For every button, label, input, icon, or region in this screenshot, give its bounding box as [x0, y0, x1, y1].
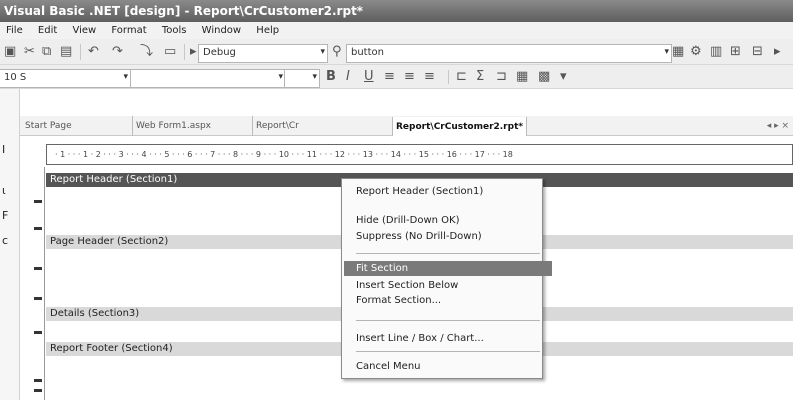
- insert-chart-icon[interactable]: ▦: [516, 65, 528, 89]
- section-gutter-line: [44, 167, 45, 400]
- toolbar-separator: [184, 44, 185, 60]
- menu-separator: [356, 320, 540, 321]
- tab-navigation-icons[interactable]: ◂ ▸ ×: [767, 116, 789, 136]
- section-marker[interactable]: [34, 227, 42, 230]
- align-left-icon[interactable]: ≡: [384, 65, 395, 89]
- toolbar-separator: [448, 70, 449, 84]
- section-marker[interactable]: [34, 389, 42, 392]
- solution-config-combo[interactable]: Debug ▾: [198, 44, 328, 63]
- tab-report-crcustomer2[interactable]: Report\CrCustomer2.rpt*: [392, 117, 528, 136]
- size-combo[interactable]: ▾: [284, 69, 320, 88]
- insert-picture-icon[interactable]: ▩: [538, 65, 550, 89]
- chevron-down-icon: ▾: [278, 72, 283, 82]
- section-marker[interactable]: [34, 331, 42, 334]
- chevron-down-icon: ▾: [664, 47, 669, 57]
- find-icon[interactable]: ⚲: [332, 39, 342, 65]
- section-label: Page Header (Section2): [50, 236, 169, 247]
- underline-icon[interactable]: U: [364, 65, 374, 89]
- toolbar-overflow-icon[interactable]: ▸: [774, 39, 781, 65]
- menu-file[interactable]: File: [6, 22, 23, 39]
- menu-window[interactable]: Window: [202, 22, 241, 39]
- menu-item-report-header[interactable]: Report Header (Section1): [342, 184, 556, 199]
- menu-item-hide[interactable]: Hide (Drill-Down OK): [342, 213, 556, 228]
- solution-config-value: Debug: [203, 47, 236, 58]
- start-icon[interactable]: ▸: [190, 39, 197, 65]
- new-project-icon[interactable]: ▣: [4, 39, 16, 65]
- toolbar-separator: [80, 44, 81, 60]
- redo-icon[interactable]: ↷: [112, 39, 123, 65]
- find-value: button: [351, 47, 384, 58]
- menu-item-insert-line-box-chart[interactable]: Insert Line / Box / Chart...: [342, 331, 556, 346]
- menu-item-format-section[interactable]: Format Section...: [342, 293, 556, 308]
- navigate-icon[interactable]: ⤵: [140, 39, 153, 65]
- dock-tab-marker[interactable]: c: [2, 234, 8, 247]
- copy-icon[interactable]: ⧉: [42, 39, 51, 65]
- ruler-ticks: · 1 · · · 1 · 2 · · · 3 · · · 4 · · · 5 …: [55, 150, 513, 159]
- section-label: Report Header (Section1): [50, 174, 178, 185]
- dock-tab-marker[interactable]: I: [2, 143, 5, 156]
- insert-field-icon[interactable]: ⊏: [456, 65, 467, 89]
- menu-view[interactable]: View: [72, 22, 96, 39]
- properties-icon[interactable]: ⚙: [690, 39, 702, 65]
- insert-summary-icon[interactable]: Σ: [476, 65, 484, 89]
- menu-item-cancel-menu[interactable]: Cancel Menu: [342, 359, 556, 374]
- section-marker[interactable]: [34, 297, 42, 300]
- dock-tab-marker[interactable]: F: [2, 209, 8, 222]
- class-view-icon[interactable]: ⊞: [730, 39, 741, 65]
- more-tools-icon[interactable]: ⊟: [752, 39, 763, 65]
- window-title-bar: Visual Basic .NET [design] - Report\CrCu…: [0, 0, 793, 22]
- solution-explorer-icon[interactable]: ▦: [672, 39, 684, 65]
- document-tab-strip: Start Page Web Form1.aspx Report\Cr Repo…: [20, 116, 793, 136]
- section-marker[interactable]: [34, 267, 42, 270]
- formatting-toolbar: 10 S ▾ ▾ ▾ B I U ≡ ≡ ≡ ⊏ Σ ⊐ ▦ ▩ ▾: [0, 65, 793, 89]
- font-size-combo[interactable]: 10 S ▾: [0, 69, 131, 88]
- section-marker[interactable]: [34, 379, 42, 382]
- align-center-icon[interactable]: ≡: [404, 65, 415, 89]
- window-title: Visual Basic .NET [design] - Report\CrCu…: [4, 4, 364, 18]
- menu-bar: File Edit View Format Tools Window Help: [0, 22, 793, 39]
- menu-item-fit-section[interactable]: Fit Section: [344, 261, 552, 276]
- menu-format[interactable]: Format: [111, 22, 146, 39]
- tab-web-form[interactable]: Web Form1.aspx: [132, 116, 214, 136]
- section-marker[interactable]: [34, 200, 42, 203]
- chevron-down-icon: ▾: [320, 47, 325, 57]
- find-combo[interactable]: button ▾: [346, 44, 672, 63]
- menu-edit[interactable]: Edit: [38, 22, 57, 39]
- chevron-down-icon: ▾: [312, 72, 317, 82]
- menu-help[interactable]: Help: [256, 22, 279, 39]
- menu-item-insert-section-below[interactable]: Insert Section Below: [342, 278, 556, 293]
- horizontal-ruler: · 1 · · · 1 · 2 · · · 3 · · · 4 · · · 5 …: [46, 144, 793, 165]
- insert-group-icon[interactable]: ⊐: [496, 65, 507, 89]
- paste-icon[interactable]: ▤: [60, 39, 72, 65]
- cut-icon[interactable]: ✂: [24, 39, 35, 65]
- tab-report-cr[interactable]: Report\Cr: [252, 116, 302, 136]
- standard-toolbar: ▣ ✂ ⧉ ▤ ↶ ↷ ⤵ ▭ ▸ Debug ▾ ⚲ button ▾ ▦ ⚙…: [0, 39, 793, 65]
- toggle-window-icon[interactable]: ▭: [164, 39, 176, 65]
- section-context-menu: Report Header (Section1) Hide (Drill-Dow…: [341, 178, 552, 379]
- chevron-down-icon: ▾: [123, 72, 128, 82]
- undo-icon[interactable]: ↶: [88, 39, 99, 65]
- left-dock-strip: I ι F c: [0, 89, 20, 400]
- section-label: Details (Section3): [50, 308, 140, 319]
- align-right-icon[interactable]: ≡: [424, 65, 435, 89]
- bold-icon[interactable]: B: [326, 65, 336, 89]
- section-label: Report Footer (Section4): [50, 343, 173, 354]
- toolbar-options-icon[interactable]: ▾: [560, 65, 567, 89]
- toolbox-icon[interactable]: ▥: [710, 39, 722, 65]
- menu-item-suppress[interactable]: Suppress (No Drill-Down): [342, 229, 556, 244]
- font-name-combo[interactable]: ▾: [130, 69, 286, 88]
- menu-tools[interactable]: Tools: [162, 22, 187, 39]
- font-size-value: 10 S: [4, 72, 27, 83]
- tab-start-page[interactable]: Start Page: [22, 116, 75, 136]
- dock-tab-marker[interactable]: ι: [2, 184, 6, 197]
- italic-icon[interactable]: I: [346, 65, 350, 89]
- menu-separator: [356, 253, 540, 254]
- menu-separator: [356, 351, 540, 352]
